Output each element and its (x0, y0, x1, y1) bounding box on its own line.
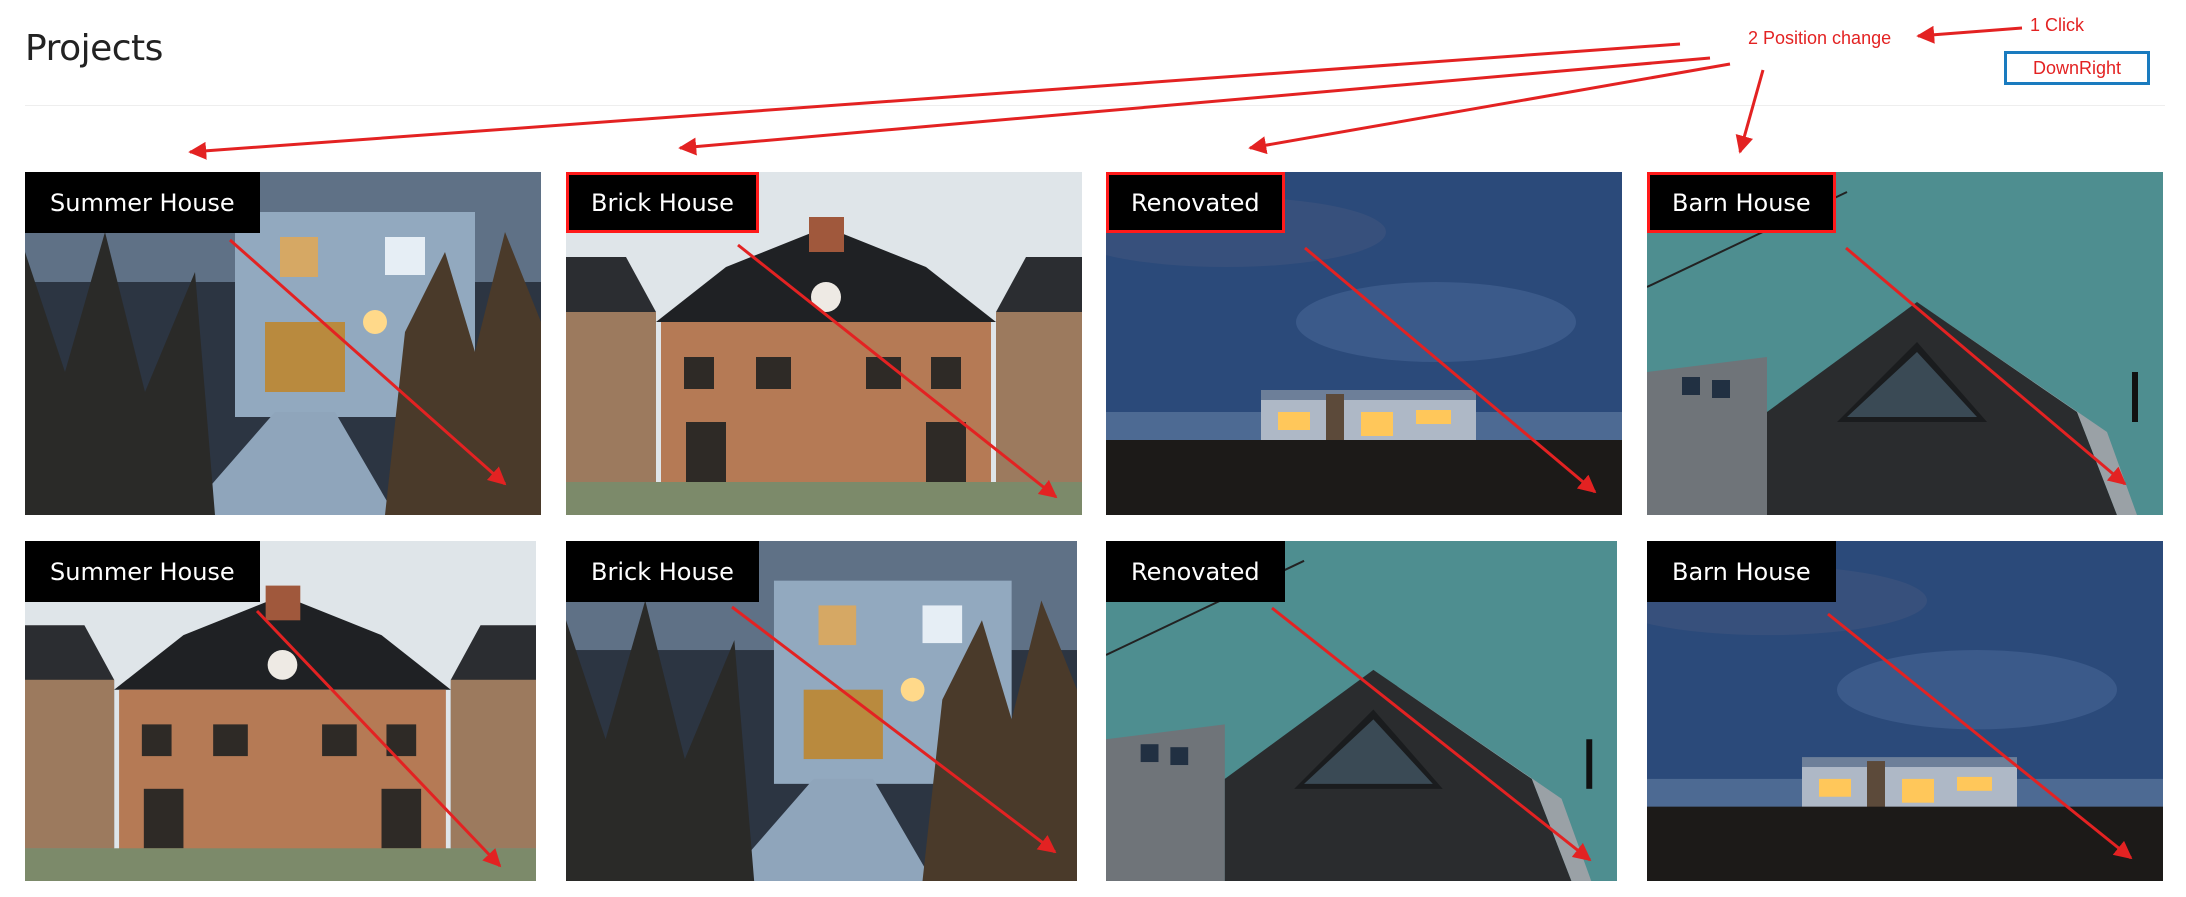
arrow-to-card-4 (1735, 69, 1765, 154)
card-label: Brick House (566, 541, 759, 602)
card-label: Summer House (25, 541, 260, 602)
arrow-click (1916, 25, 2023, 44)
project-card[interactable]: Brick House (566, 541, 1077, 881)
arrow-to-card-1 (188, 42, 1681, 160)
card-label: Barn House (1647, 541, 1836, 602)
arrow-to-card-3 (1248, 62, 1731, 155)
project-card[interactable]: Summer House (25, 172, 541, 515)
card-label: Summer House (25, 172, 260, 233)
annotation-step1: 1 Click (2030, 15, 2085, 35)
project-card[interactable]: Renovated (1106, 541, 1617, 881)
card-label: Renovated (1106, 541, 1285, 602)
page-title: Projects (25, 28, 163, 69)
project-card[interactable]: Brick House (566, 172, 1082, 515)
project-card[interactable]: Barn House (1647, 172, 2163, 515)
card-label: Brick House (566, 172, 759, 233)
annotation-step2: 2 Position change (1748, 28, 1892, 48)
downright-button[interactable]: DownRight (2004, 51, 2150, 85)
project-card[interactable]: Renovated (1106, 172, 1622, 515)
project-card[interactable]: Summer House (25, 541, 536, 881)
header-divider (25, 105, 2165, 106)
arrow-to-card-2 (678, 56, 1711, 156)
card-label: Renovated (1106, 172, 1285, 233)
card-label: Barn House (1647, 172, 1836, 233)
project-card[interactable]: Barn House (1647, 541, 2163, 881)
